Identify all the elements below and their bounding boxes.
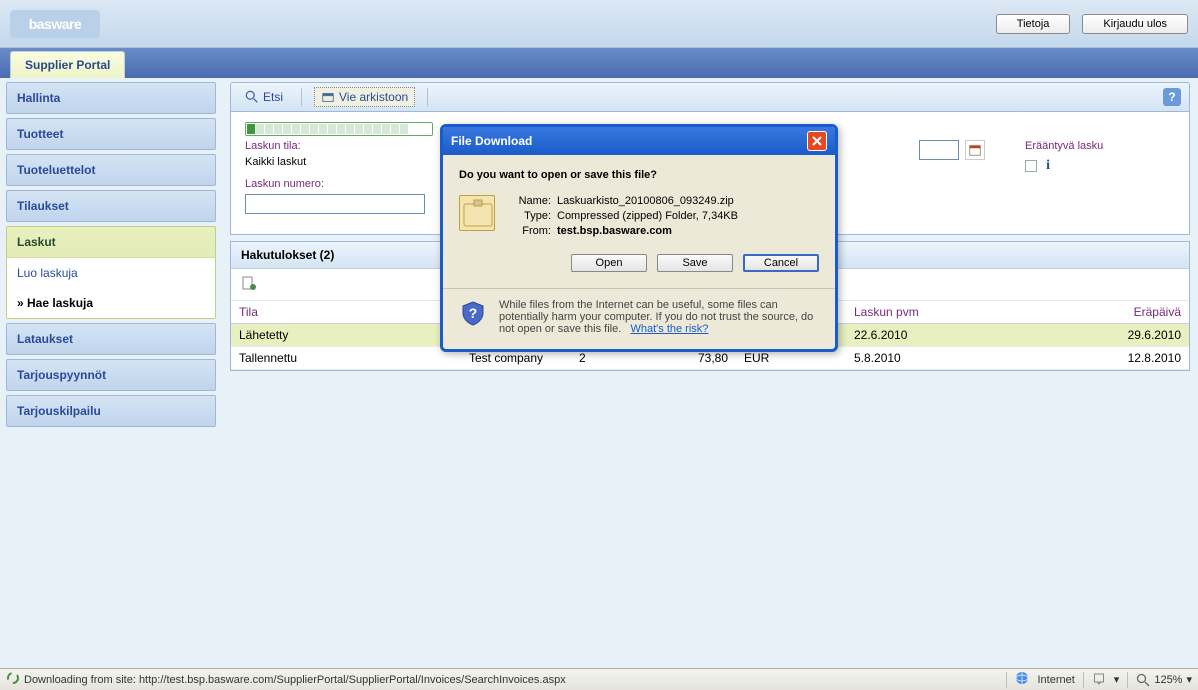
sidebar-group-laskut: Laskut Luo laskuja Hae laskuja xyxy=(6,226,216,319)
file-type-icon xyxy=(459,195,495,231)
number-label: Laskun numero: xyxy=(245,178,345,190)
sidebar-item-tarjouskilpailu[interactable]: Tarjouskilpailu xyxy=(6,395,216,427)
security-zone: Internet xyxy=(1037,674,1074,686)
export-icon[interactable] xyxy=(241,282,257,294)
info-icon[interactable]: i xyxy=(1046,158,1050,173)
risk-link[interactable]: What's the risk? xyxy=(630,323,708,335)
sidebar-item-tarjouspyynnot[interactable]: Tarjouspyynnöt xyxy=(6,359,216,391)
sidebar-group-header[interactable]: Laskut xyxy=(7,227,215,258)
zoom-control[interactable]: 125% ▾ xyxy=(1136,673,1192,687)
sidebar: Hallinta Tuotteet Tuoteluettelot Tilauks… xyxy=(0,78,222,435)
name-value: Laskuarkisto_20100806_093249.zip xyxy=(557,195,734,207)
dialog-question: Do you want to open or save this file? xyxy=(459,169,819,181)
sidebar-item-tuotteet[interactable]: Tuotteet xyxy=(6,118,216,150)
from-key: From: xyxy=(509,225,551,237)
close-icon xyxy=(812,136,822,146)
search-icon xyxy=(245,90,259,104)
sidebar-item-tuoteluettelot[interactable]: Tuoteluettelot xyxy=(6,154,216,186)
due-invoice-label: Erääntyvä lasku xyxy=(1025,140,1175,152)
file-download-dialog: File Download Do you want to open or sav… xyxy=(440,124,838,352)
cancel-button[interactable]: Cancel xyxy=(743,254,819,272)
toolbar: Etsi Vie arkistoon ? xyxy=(230,82,1190,112)
logout-button[interactable]: Kirjaudu ulos xyxy=(1082,14,1188,34)
help-button[interactable]: ? xyxy=(1163,88,1181,106)
status-value: Kaikki laskut xyxy=(245,156,306,168)
dialog-warning: While files from the Internet can be use… xyxy=(499,299,819,335)
invoice-number-input[interactable] xyxy=(245,194,425,214)
col-due[interactable]: Eräpäivä xyxy=(1109,301,1189,324)
tab-row: Supplier Portal xyxy=(0,48,1198,78)
status-label: Laskun tila: xyxy=(245,140,345,152)
sidebar-item-hallinta[interactable]: Hallinta xyxy=(6,82,216,114)
sidebar-item-lataukset[interactable]: Lataukset xyxy=(6,323,216,355)
zoom-icon xyxy=(1136,673,1150,687)
dialog-titlebar[interactable]: File Download xyxy=(443,127,835,155)
open-button[interactable]: Open xyxy=(571,254,647,272)
col-tila[interactable]: Tila xyxy=(231,301,461,324)
sidebar-sub-hae-laskuja[interactable]: Hae laskuja xyxy=(7,288,215,318)
archive-icon xyxy=(321,90,335,104)
brand-logo: basware xyxy=(10,10,100,38)
type-key: Type: xyxy=(509,210,551,222)
search-label: Etsi xyxy=(263,90,283,104)
dialog-title: File Download xyxy=(451,134,532,148)
status-bar: Downloading from site: http://test.bsp.b… xyxy=(0,668,1198,690)
info-button[interactable]: Tietoja xyxy=(996,14,1071,34)
protected-mode-icon[interactable] xyxy=(1092,671,1106,688)
col-date[interactable]: Laskun pvm xyxy=(846,301,1089,324)
search-button[interactable]: Etsi xyxy=(239,88,289,106)
sidebar-item-tilaukset[interactable]: Tilaukset xyxy=(6,190,216,222)
zoom-value: 125% xyxy=(1154,674,1182,686)
archive-label: Vie arkistoon xyxy=(339,90,408,104)
type-value: Compressed (zipped) Folder, 7,34KB xyxy=(557,210,738,222)
status-text: Downloading from site: http://test.bsp.b… xyxy=(24,674,566,686)
dialog-close-button[interactable] xyxy=(807,131,827,151)
shield-icon: ? xyxy=(459,299,487,335)
from-value: test.bsp.basware.com xyxy=(557,225,672,237)
sidebar-sub-luo-laskuja[interactable]: Luo laskuja xyxy=(7,258,215,288)
date-input[interactable] xyxy=(919,140,959,160)
app-header: basware Tietoja Kirjaudu ulos xyxy=(0,0,1198,48)
due-invoice-checkbox[interactable] xyxy=(1025,160,1037,172)
tab-supplier-portal[interactable]: Supplier Portal xyxy=(10,51,125,78)
archive-button[interactable]: Vie arkistoon xyxy=(314,87,415,107)
name-key: Name: xyxy=(509,195,551,207)
save-button[interactable]: Save xyxy=(657,254,733,272)
col-blank[interactable] xyxy=(1089,301,1109,324)
globe-icon xyxy=(1015,671,1029,688)
calendar-icon[interactable] xyxy=(965,140,985,160)
svg-text:?: ? xyxy=(469,305,478,321)
progress-bar xyxy=(245,122,433,136)
download-spinner-icon xyxy=(6,671,20,688)
